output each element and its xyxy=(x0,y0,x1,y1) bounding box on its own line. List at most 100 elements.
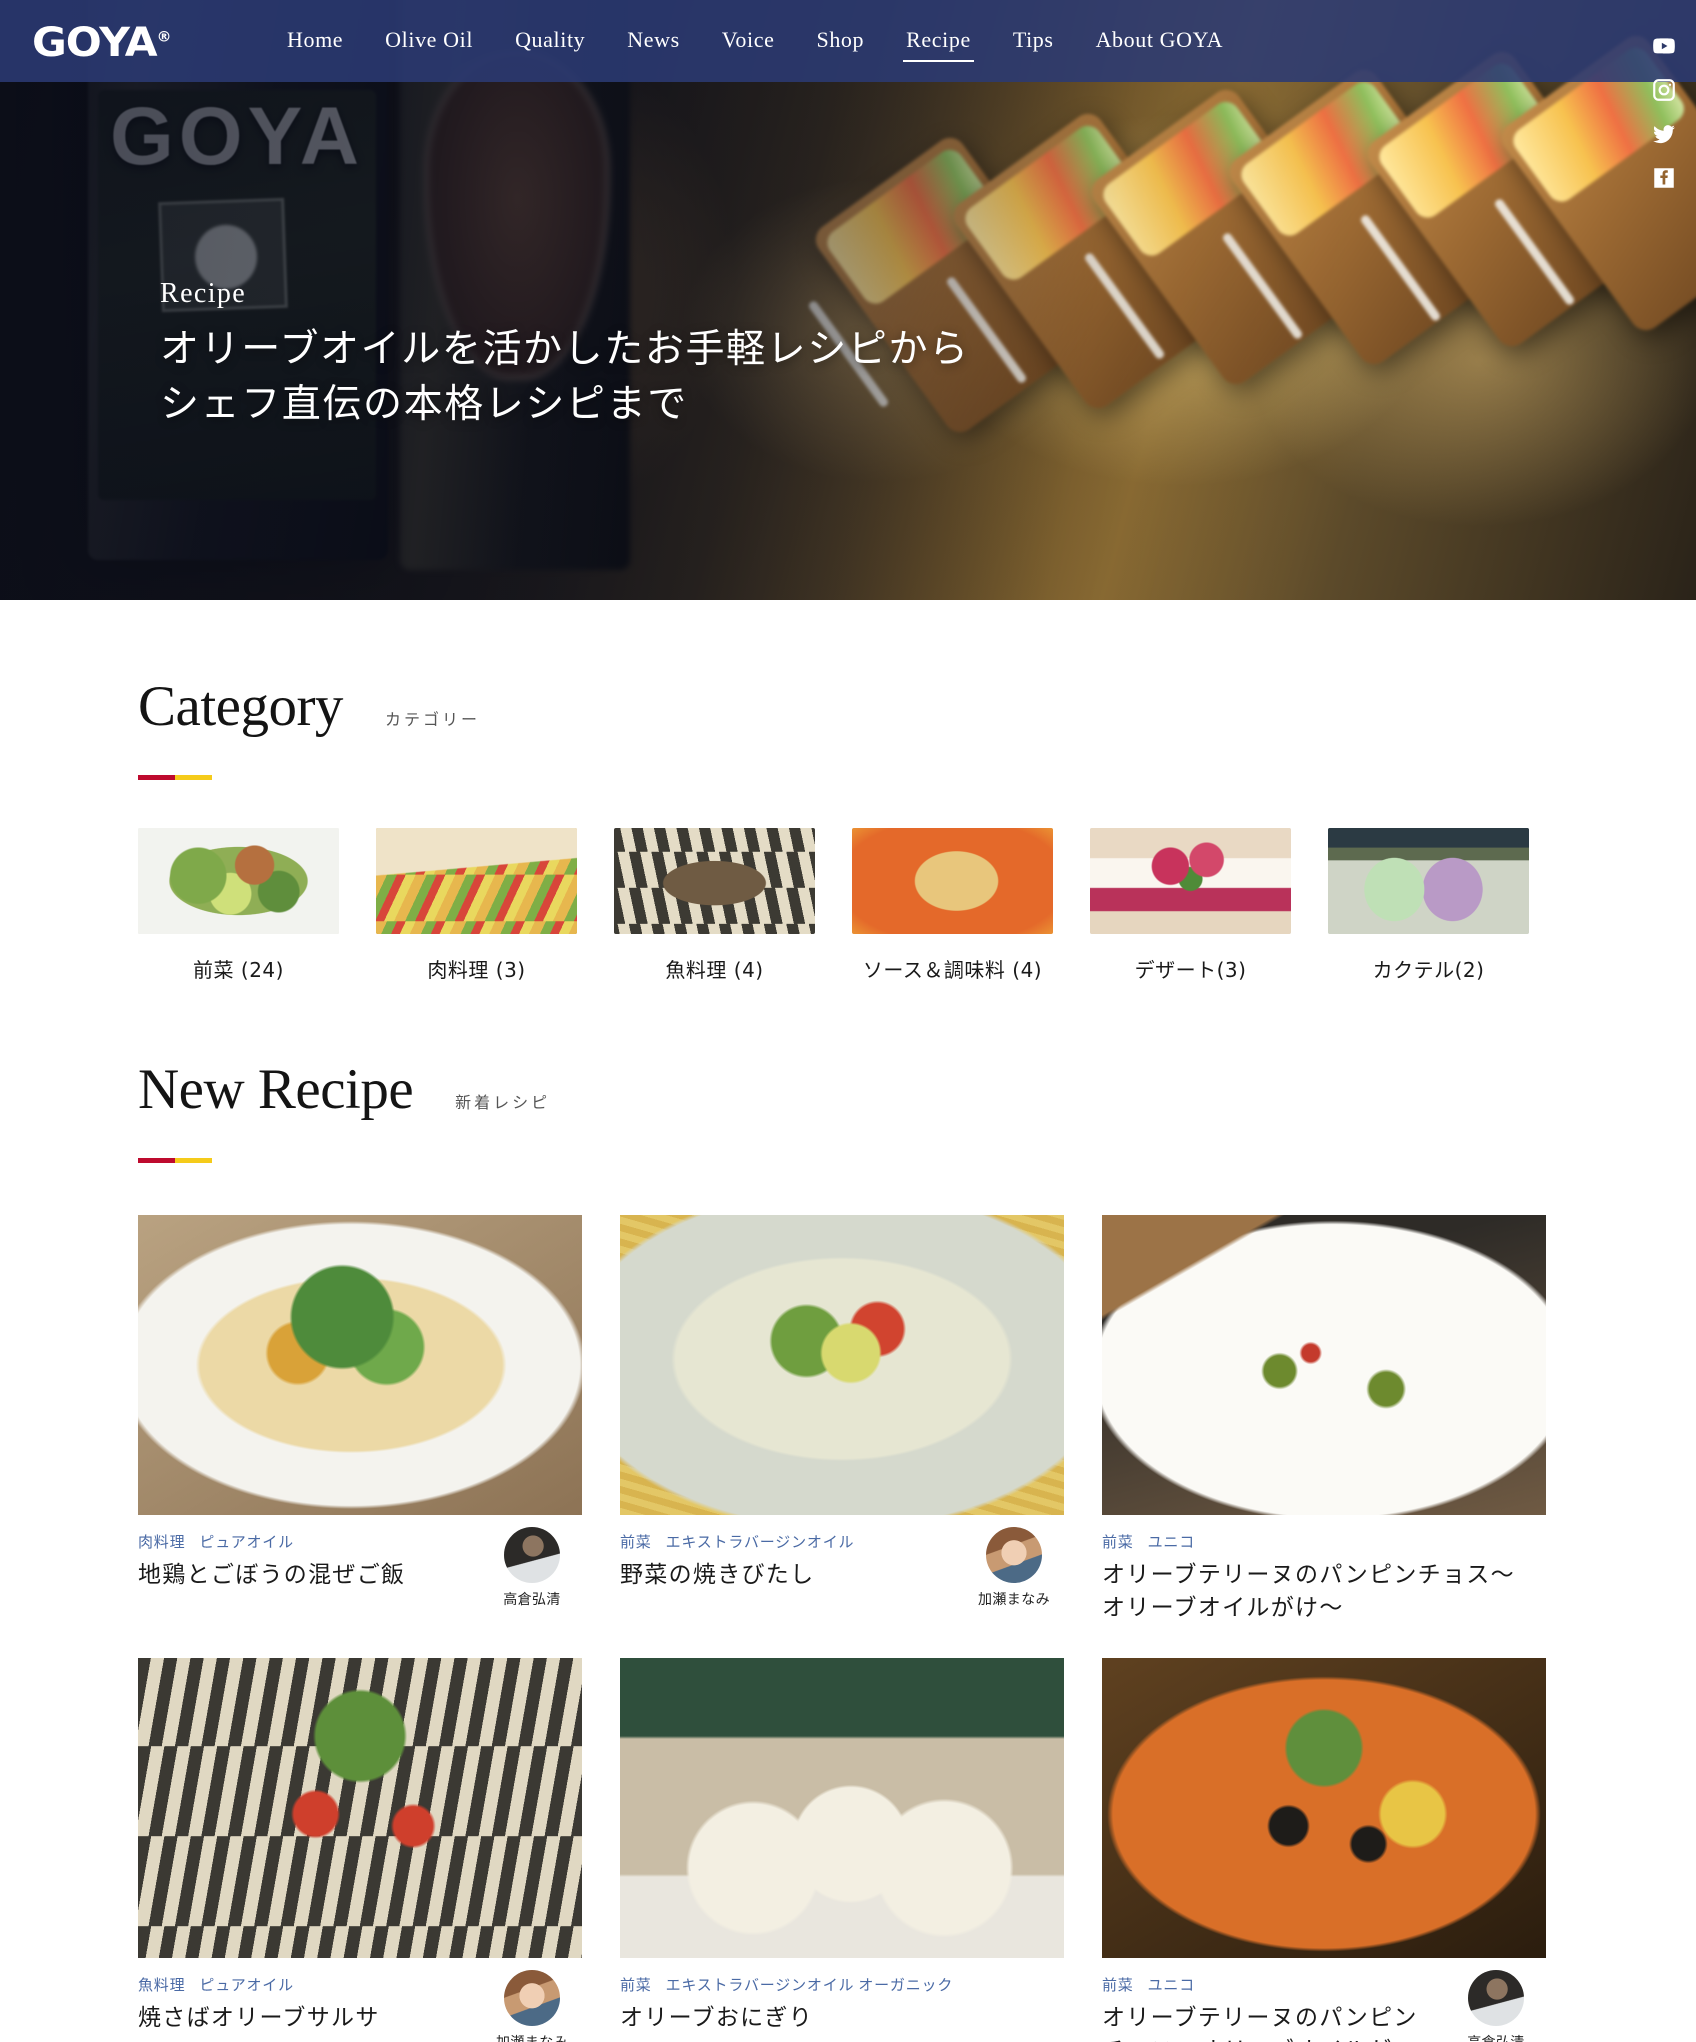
recipe-tag-oil[interactable]: ピュアオイル xyxy=(199,1531,294,1552)
new-recipe-accent-rule xyxy=(138,1158,212,1163)
recipe-card[interactable]: 前菜 ユニコ オリーブテリーヌのパンピンチョス〜オリーブオイルがけ〜 高倉弘清 xyxy=(1102,1658,1546,2042)
recipe-title: オリーブおにぎり xyxy=(620,2005,814,2032)
category-item-label: 肉料理 (3) xyxy=(427,958,526,982)
recipe-author: 加瀬まなみ xyxy=(484,1970,580,2042)
main-navigation: Home Olive Oil Quality News Voice Shop R… xyxy=(266,0,1244,82)
recipe-meta: 前菜 ユニコ オリーブテリーヌのパンピンチョス〜オリーブオイルがけ〜 xyxy=(1102,1531,1546,1624)
nav-item-olive-oil[interactable]: Olive Oil xyxy=(364,23,494,60)
category-section: Category カテゴリー 前菜 (24) 肉料理 (3) 魚料理 (4) ソ… xyxy=(130,600,1566,983)
nav-item-about-goya[interactable]: About GOYA xyxy=(1075,23,1245,60)
category-item-sauce[interactable]: ソース＆調味料 (4) xyxy=(852,828,1090,983)
category-thumbnail xyxy=(852,828,1053,934)
recipe-card[interactable]: 肉料理 ピュアオイル 地鶏とごぼうの混ぜご飯 高倉弘清 xyxy=(138,1215,582,1624)
recipe-author: 高倉弘清 xyxy=(484,1527,580,1609)
category-thumbnail xyxy=(614,828,815,934)
nav-item-quality[interactable]: Quality xyxy=(494,23,606,60)
facebook-icon[interactable] xyxy=(1650,164,1678,192)
category-accent-rule xyxy=(138,775,212,780)
recipe-tag-oil[interactable]: エキストラバージンオイル xyxy=(666,1974,855,1995)
recipe-tag-oil[interactable]: ユニコ xyxy=(1148,1974,1195,1995)
hero-caption: Recipe オリーブオイルを活かしたお手軽レシピから シェフ直伝の本格レシピま… xyxy=(160,278,970,433)
category-item-label: カクテル(2) xyxy=(1372,958,1485,982)
category-section-head: Category カテゴリー xyxy=(138,600,1566,780)
logo-registered-mark: ® xyxy=(156,29,172,46)
recipe-card[interactable]: 魚料理 ピュアオイル 焼さばオリーブサルサ 加瀬まなみ xyxy=(138,1658,582,2042)
nav-item-home[interactable]: Home xyxy=(266,23,364,60)
recipe-title: オリーブテリーヌのパンピンチョス〜オリーブオイルがけ〜 xyxy=(1102,1562,1515,1621)
recipe-tag-category[interactable]: 前菜 xyxy=(1102,1974,1134,1995)
nav-item-news[interactable]: News xyxy=(606,23,701,60)
new-recipe-subtitle: 新着レシピ xyxy=(455,1093,551,1112)
avatar xyxy=(504,1527,560,1583)
recipe-meta: 前菜 エキストラバージンオイル オーガニック オリーブおにぎり xyxy=(620,1974,1064,2035)
category-item-appetizer[interactable]: 前菜 (24) xyxy=(138,828,376,983)
recipe-author-name: 高倉弘清 xyxy=(1448,2032,1544,2042)
instagram-icon[interactable] xyxy=(1650,76,1678,104)
recipe-tag-category[interactable]: 前菜 xyxy=(1102,1531,1134,1552)
avatar xyxy=(1468,1970,1524,2027)
hero-title: オリーブオイルを活かしたお手軽レシピから シェフ直伝の本格レシピまで xyxy=(160,322,970,433)
recipe-author-name: 加瀬まなみ xyxy=(978,1592,1050,1608)
nav-item-tips[interactable]: Tips xyxy=(992,23,1075,60)
recipe-card[interactable]: 前菜 エキストラバージンオイル 野菜の焼きびたし 加瀬まなみ xyxy=(620,1215,1064,1624)
recipe-tags: 前菜 エキストラバージンオイル オーガニック xyxy=(620,1974,1056,1995)
recipe-tag-category[interactable]: 前菜 xyxy=(620,1531,652,1552)
recipe-thumbnail xyxy=(138,1215,582,1515)
nav-item-voice[interactable]: Voice xyxy=(701,23,796,60)
recipe-title: 野菜の焼きびたし xyxy=(620,1562,815,1588)
category-list: 前菜 (24) 肉料理 (3) 魚料理 (4) ソース＆調味料 (4) デザート… xyxy=(138,828,1566,983)
recipe-title: 地鶏とごぼうの混ぜご飯 xyxy=(138,1562,406,1588)
recipe-tag-oil[interactable]: ピュアオイル xyxy=(199,1974,294,1995)
category-item-dessert[interactable]: デザート(3) xyxy=(1090,828,1328,983)
hero-title-line-1: オリーブオイルを活かしたお手軽レシピから xyxy=(160,327,970,372)
recipe-tag-organic[interactable]: オーガニック xyxy=(858,1974,953,1995)
recipe-author: 加瀬まなみ xyxy=(966,1527,1062,1609)
social-links-rail xyxy=(1650,32,1678,192)
recipe-author: 高倉弘清 xyxy=(1448,1970,1544,2042)
category-item-meat[interactable]: 肉料理 (3) xyxy=(376,828,614,983)
site-header: GOYA® Home Olive Oil Quality News Voice … xyxy=(0,0,1696,82)
category-item-label: 魚料理 (4) xyxy=(665,958,764,982)
recipe-grid: 肉料理 ピュアオイル 地鶏とごぼうの混ぜご飯 高倉弘清 前菜 エキストラバージン… xyxy=(138,1215,1566,2042)
goya-logo[interactable]: GOYA® xyxy=(32,20,172,66)
twitter-icon[interactable] xyxy=(1650,120,1678,148)
category-item-label: 前菜 (24) xyxy=(193,958,284,982)
recipe-thumbnail xyxy=(620,1658,1064,1959)
category-thumbnail xyxy=(1090,828,1291,934)
new-recipe-section-head: New Recipe 新着レシピ xyxy=(138,983,1566,1163)
category-item-label: デザート(3) xyxy=(1134,958,1247,982)
recipe-thumbnail xyxy=(620,1215,1064,1515)
recipe-thumbnail xyxy=(1102,1658,1546,1959)
recipe-thumbnail xyxy=(1102,1215,1546,1515)
recipe-tags: 前菜 ユニコ xyxy=(1102,1531,1538,1552)
recipe-page: GOYA Recipe xyxy=(0,0,1696,2042)
recipe-card[interactable]: 前菜 ユニコ オリーブテリーヌのパンピンチョス〜オリーブオイルがけ〜 xyxy=(1102,1215,1546,1624)
youtube-icon[interactable] xyxy=(1650,32,1678,60)
recipe-tags: 肉料理 ピュアオイル xyxy=(138,1531,476,1552)
logo-text: GOYA xyxy=(32,20,158,66)
recipe-tag-category[interactable]: 肉料理 xyxy=(138,1531,185,1552)
new-recipe-title: New Recipe xyxy=(138,1058,414,1121)
category-item-label: ソース＆調味料 (4) xyxy=(862,958,1043,982)
recipe-card[interactable]: 前菜 エキストラバージンオイル オーガニック オリーブおにぎり xyxy=(620,1658,1064,2042)
recipe-thumbnail xyxy=(138,1658,582,1959)
nav-item-recipe[interactable]: Recipe xyxy=(885,23,992,62)
recipe-tag-category[interactable]: 魚料理 xyxy=(138,1974,185,1995)
category-subtitle: カテゴリー xyxy=(384,710,480,729)
recipe-tag-category[interactable]: 前菜 xyxy=(620,1974,652,1995)
category-item-fish[interactable]: 魚料理 (4) xyxy=(614,828,852,983)
hero-title-line-2: シェフ直伝の本格レシピまで xyxy=(160,382,688,428)
new-recipe-section: New Recipe 新着レシピ 肉料理 ピュアオイル 地鶏とごぼうの混ぜご飯 … xyxy=(130,983,1566,2042)
category-item-cocktail[interactable]: カクテル(2) xyxy=(1328,828,1566,983)
recipe-tag-oil[interactable]: エキストラバージンオイル xyxy=(666,1531,855,1552)
hero-banner: GOYA Recipe xyxy=(0,0,1696,600)
recipe-tag-oil[interactable]: ユニコ xyxy=(1148,1531,1195,1552)
nav-item-shop[interactable]: Shop xyxy=(795,23,885,60)
hero-eyebrow: Recipe xyxy=(160,278,247,309)
recipe-author-name: 高倉弘清 xyxy=(503,1592,561,1608)
category-title: Category xyxy=(138,675,343,738)
avatar xyxy=(504,1970,560,2027)
recipe-author-name: 加瀬まなみ xyxy=(484,2032,580,2042)
recipe-title: 焼さばオリーブサルサ xyxy=(138,2005,380,2032)
category-thumbnail xyxy=(1328,828,1529,934)
